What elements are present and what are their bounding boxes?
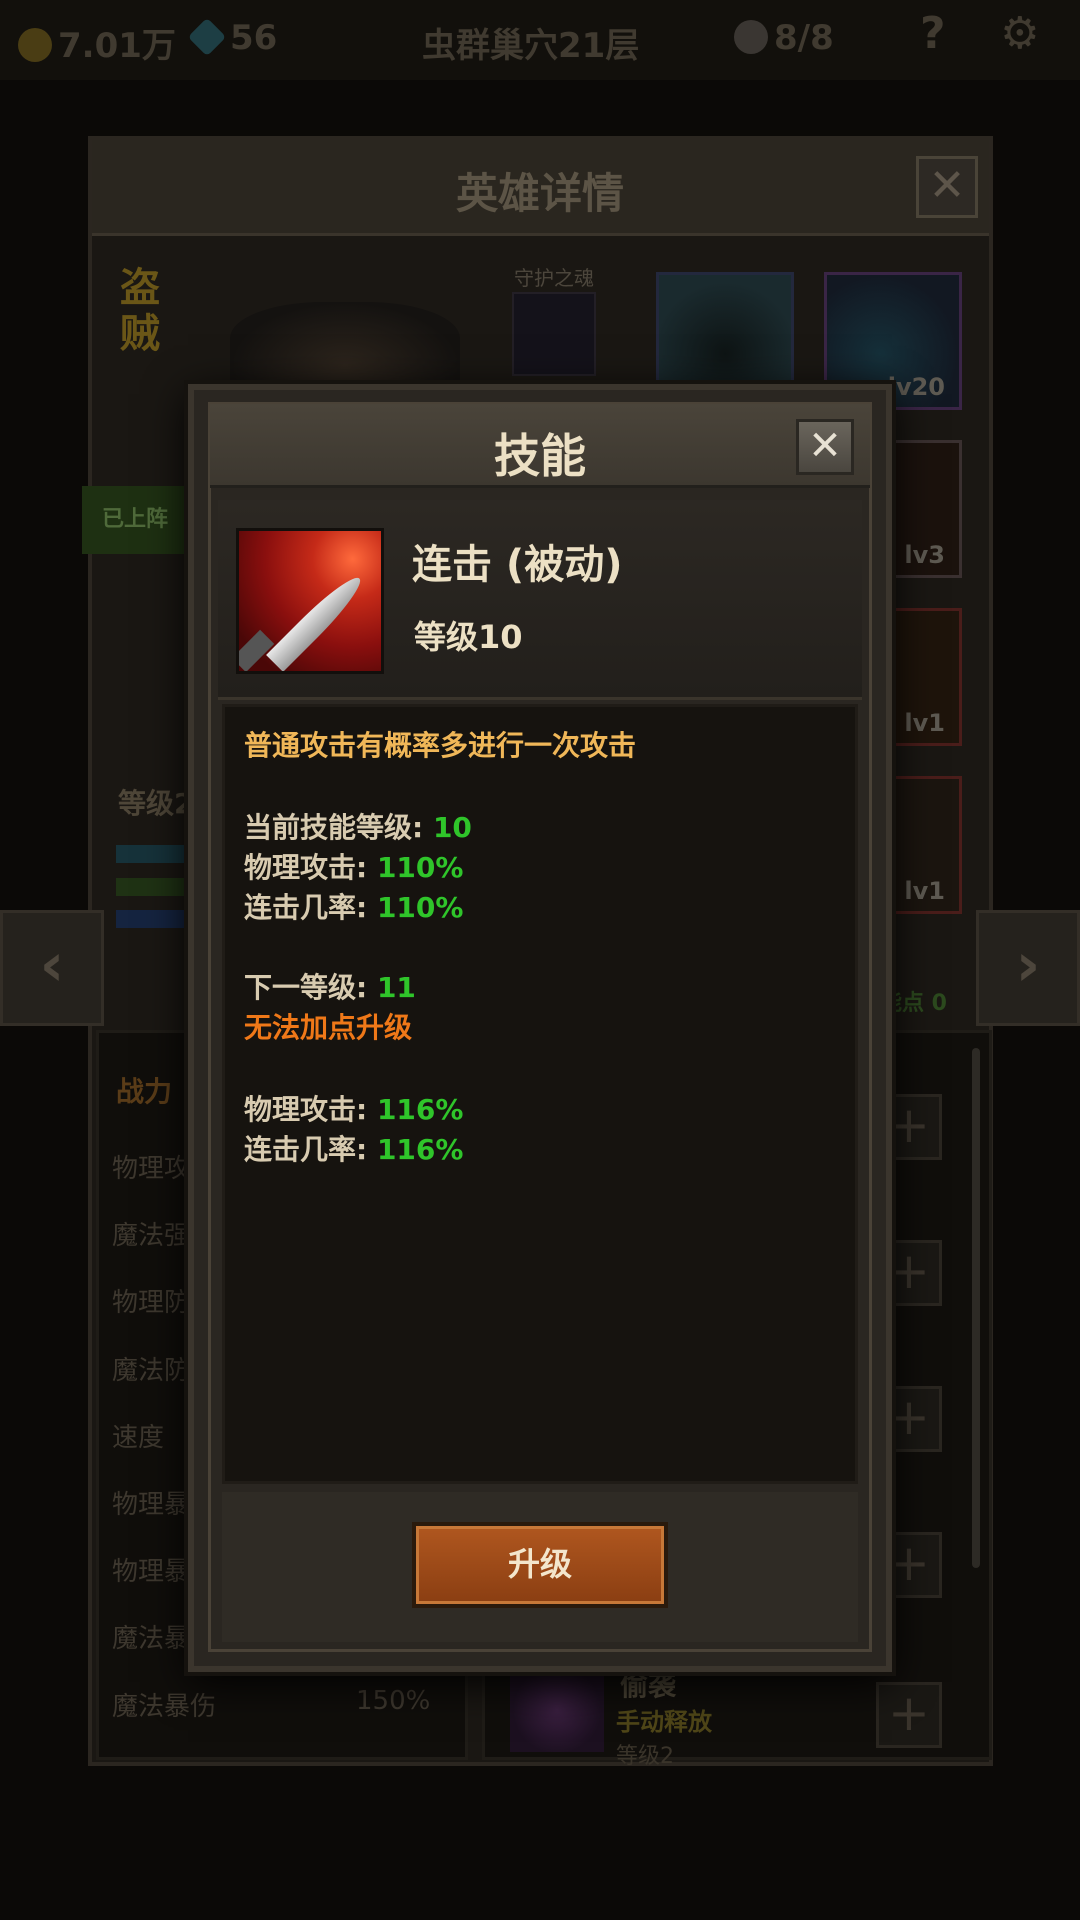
equipment-level: lv1 bbox=[904, 877, 945, 905]
deployed-badge: 已上阵 bbox=[82, 486, 192, 554]
next-hero-button: › bbox=[976, 910, 1080, 1026]
gold-counter: 7.01万 bbox=[18, 18, 176, 67]
current-level-label: 当前技能等级: bbox=[244, 811, 433, 844]
stat-label: 魔法防 bbox=[112, 1356, 191, 1386]
stats-title: 战力 bbox=[116, 1075, 173, 1108]
combo-rate-row: 连击几率: 110% bbox=[244, 886, 463, 926]
prev-hero-button: ‹ bbox=[0, 910, 104, 1026]
combo-rate-value: 110% bbox=[376, 891, 464, 924]
stat-label: 物理暴 bbox=[112, 1557, 191, 1587]
guardian-soul-label: 守护之魂 bbox=[514, 266, 594, 290]
gold-coin-icon bbox=[18, 28, 52, 62]
close-icon[interactable]: ✕ bbox=[796, 419, 854, 475]
stat-label: 魔法暴 bbox=[112, 1624, 191, 1654]
upgrade-button[interactable]: 升级 bbox=[412, 1522, 668, 1608]
next-combo-rate-row: 连击几率: 116% bbox=[244, 1128, 463, 1168]
gold-amount: 7.01万 bbox=[58, 26, 176, 66]
skill-list-level: 等级2 bbox=[616, 1744, 674, 1769]
equipment-level: lv1 bbox=[904, 709, 945, 737]
equipment-level: lv3 bbox=[904, 541, 945, 569]
next-combo-rate-value: 116% bbox=[376, 1133, 464, 1166]
help-icon: ? bbox=[920, 8, 946, 59]
gear-icon: ⚙ bbox=[1000, 8, 1040, 59]
stat-label: 物理防 bbox=[112, 1288, 191, 1318]
gem-counter: 56 bbox=[187, 17, 278, 58]
phys-atk-row: 物理攻击: 110% bbox=[244, 846, 463, 886]
phys-atk-value: 110% bbox=[376, 851, 464, 884]
sneak-attack-skill-icon bbox=[510, 1668, 604, 1752]
stat-label: 魔法强 bbox=[112, 1221, 191, 1251]
skill-modal-title: 技能 bbox=[494, 429, 586, 483]
gem-icon bbox=[187, 17, 227, 57]
stat-value: 150% bbox=[356, 1686, 431, 1716]
stat-label: 物理攻 bbox=[112, 1154, 191, 1184]
hero-close-icon: ✕ bbox=[916, 156, 978, 218]
equipment-level: lv20 bbox=[887, 373, 945, 401]
skull-icon bbox=[734, 20, 768, 54]
next-phys-atk-row: 物理攻击: 116% bbox=[244, 1088, 463, 1128]
hero-portrait bbox=[230, 302, 460, 392]
hero-level-label: 等级2 bbox=[118, 787, 194, 820]
skills-scrollbar bbox=[972, 1048, 980, 1568]
skill-description: 普通攻击有概率多进行一次攻击 bbox=[244, 729, 637, 762]
stage-name: 虫群巢穴21层 bbox=[422, 26, 640, 66]
skill-list-type: 手动释放 bbox=[616, 1708, 712, 1736]
cannot-upgrade-warning: 无法加点升级 bbox=[244, 1011, 413, 1044]
next-level-value: 11 bbox=[376, 971, 416, 1004]
gem-amount: 56 bbox=[230, 18, 278, 58]
current-level-row: 当前技能等级: 10 bbox=[244, 806, 472, 846]
combo-rate-label: 连击几率: bbox=[244, 891, 377, 924]
stat-label: 物理暴 bbox=[112, 1490, 191, 1520]
top-resource-bar: 7.01万 56 虫群巢穴21层 8/8 ? ⚙ bbox=[0, 0, 1080, 80]
phys-atk-label: 物理攻击: bbox=[244, 851, 377, 884]
skill-add-button: + bbox=[876, 1682, 942, 1748]
next-level-label: 下一等级: bbox=[244, 971, 377, 1004]
next-phys-atk-value: 116% bbox=[376, 1093, 464, 1126]
key-amount: 8/8 bbox=[774, 18, 834, 58]
skill-name: 连击 (被动) bbox=[412, 542, 623, 588]
next-level-row: 下一等级: 11 bbox=[244, 966, 416, 1006]
key-counter: 8/8 bbox=[734, 18, 834, 58]
current-level-value: 10 bbox=[432, 811, 472, 844]
next-phys-atk-label: 物理攻击: bbox=[244, 1093, 377, 1126]
next-combo-rate-label: 连击几率: bbox=[244, 1133, 377, 1166]
stat-label: 速度 bbox=[112, 1423, 165, 1453]
skill-level: 等级10 bbox=[414, 618, 523, 656]
stat-label: 魔法暴伤 bbox=[112, 1692, 217, 1722]
hero-class-name: 盗贼 bbox=[120, 265, 160, 357]
blade-slash-icon bbox=[236, 528, 384, 674]
blade-shape bbox=[266, 570, 368, 671]
guardian-soul-slot bbox=[512, 292, 596, 376]
